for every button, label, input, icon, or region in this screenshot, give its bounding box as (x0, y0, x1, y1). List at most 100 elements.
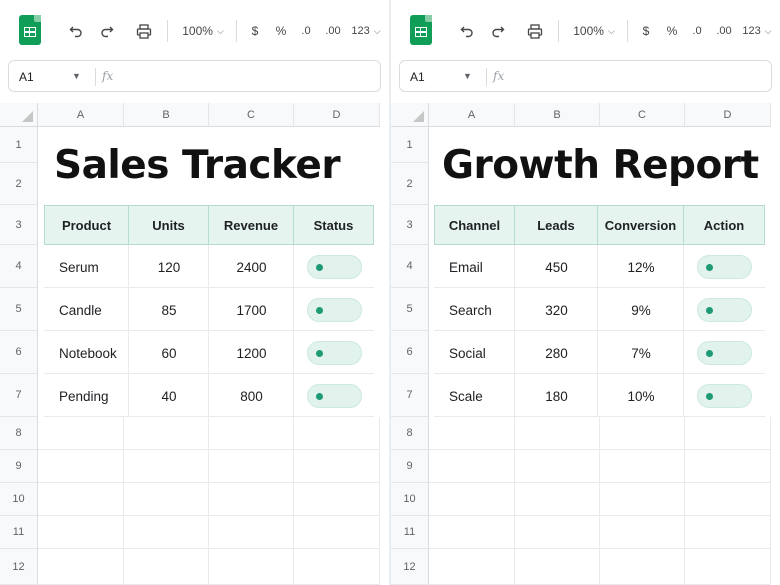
grid-cell[interactable] (600, 549, 685, 585)
grid-cell[interactable] (429, 483, 515, 516)
row-header-2[interactable]: 2 (0, 163, 38, 205)
grid-cell[interactable] (685, 483, 771, 516)
cell-units[interactable]: 85 (129, 289, 209, 332)
column-header-c[interactable]: C (600, 103, 685, 127)
row-header-1[interactable]: 1 (0, 127, 38, 163)
grid-cell[interactable] (124, 549, 209, 585)
grid-cell[interactable] (209, 516, 294, 549)
grid-cell[interactable] (600, 417, 685, 450)
grid-cell[interactable] (600, 516, 685, 549)
grid-cell[interactable] (294, 549, 380, 585)
cell-conversion[interactable]: 7% (598, 332, 684, 375)
cell-revenue[interactable]: 2400 (209, 246, 294, 289)
cell-units[interactable]: 120 (129, 246, 209, 289)
row-header-11[interactable]: 11 (0, 516, 38, 549)
status-toggle[interactable] (307, 384, 362, 408)
table-header-status[interactable]: Status (294, 205, 374, 245)
increase-decimal-button[interactable]: .00 (322, 18, 344, 44)
cell-product[interactable]: Candle (44, 289, 129, 332)
grid-cell[interactable] (685, 516, 771, 549)
decrease-decimal-button[interactable]: .0 (687, 18, 707, 44)
cell-conversion[interactable]: 9% (598, 289, 684, 332)
cell-revenue[interactable]: 800 (209, 375, 294, 418)
grid-cell[interactable] (429, 450, 515, 483)
table-header-revenue[interactable]: Revenue (209, 205, 294, 245)
cell-units[interactable]: 40 (129, 375, 209, 418)
row-header-9[interactable]: 9 (0, 450, 38, 483)
cell-channel[interactable]: Scale (434, 375, 515, 418)
currency-format-button[interactable]: $ (637, 18, 655, 44)
grid-cell[interactable] (38, 516, 124, 549)
cell-units[interactable]: 60 (129, 332, 209, 375)
grid-cell[interactable] (515, 450, 600, 483)
zoom-select[interactable]: 100% ⌵ (569, 18, 619, 44)
print-icon[interactable] (131, 18, 157, 44)
row-header-2[interactable]: 2 (391, 163, 429, 205)
action-toggle[interactable] (697, 341, 752, 365)
table-header-product[interactable]: Product (44, 205, 129, 245)
column-header-b[interactable]: B (124, 103, 209, 127)
grid-cell[interactable] (124, 417, 209, 450)
row-header-4[interactable]: 4 (391, 245, 429, 288)
chevron-down-icon[interactable]: ▼ (463, 71, 472, 81)
column-header-d[interactable]: D (294, 103, 380, 127)
cell-conversion[interactable]: 10% (598, 375, 684, 418)
cell-product[interactable]: Notebook (44, 332, 129, 375)
percent-format-button[interactable]: % (663, 18, 681, 44)
row-header-3[interactable]: 3 (391, 205, 429, 245)
select-all-corner[interactable] (391, 103, 429, 127)
row-header-7[interactable]: 7 (0, 374, 38, 417)
percent-format-button[interactable]: % (272, 18, 290, 44)
table-header-leads[interactable]: Leads (515, 205, 598, 245)
column-header-c[interactable]: C (209, 103, 294, 127)
row-header-5[interactable]: 5 (0, 288, 38, 331)
grid-cell[interactable] (209, 483, 294, 516)
grid-cell[interactable] (515, 549, 600, 585)
grid-cell[interactable] (38, 549, 124, 585)
grid-cell[interactable] (294, 417, 380, 450)
cell-product[interactable]: Serum (44, 246, 129, 289)
undo-icon[interactable] (455, 18, 479, 44)
table-header-units[interactable]: Units (129, 205, 209, 245)
row-header-9[interactable]: 9 (391, 450, 429, 483)
currency-format-button[interactable]: $ (246, 18, 264, 44)
row-header-10[interactable]: 10 (391, 483, 429, 516)
cell-leads[interactable]: 450 (515, 246, 598, 289)
table-header-action[interactable]: Action (684, 205, 765, 245)
row-header-8[interactable]: 8 (0, 417, 38, 450)
grid-cell[interactable] (600, 450, 685, 483)
cell-revenue[interactable]: 1700 (209, 289, 294, 332)
row-header-11[interactable]: 11 (391, 516, 429, 549)
grid-cell[interactable] (429, 549, 515, 585)
cell-channel[interactable]: Social (434, 332, 515, 375)
grid-cell[interactable] (209, 417, 294, 450)
undo-icon[interactable] (64, 18, 88, 44)
row-header-10[interactable]: 10 (0, 483, 38, 516)
redo-icon[interactable] (486, 18, 510, 44)
zoom-select[interactable]: 100% ⌵ (178, 18, 228, 44)
row-header-7[interactable]: 7 (391, 374, 429, 417)
grid-cell[interactable] (38, 450, 124, 483)
action-toggle[interactable] (697, 298, 752, 322)
status-toggle[interactable] (307, 298, 362, 322)
column-header-a[interactable]: A (38, 103, 124, 127)
cell-channel[interactable]: Search (434, 289, 515, 332)
row-header-4[interactable]: 4 (0, 245, 38, 288)
grid-cell[interactable] (38, 417, 124, 450)
action-toggle[interactable] (697, 384, 752, 408)
column-header-a[interactable]: A (429, 103, 515, 127)
grid-cell[interactable] (209, 450, 294, 483)
column-header-b[interactable]: B (515, 103, 600, 127)
grid-cell[interactable] (515, 417, 600, 450)
grid-cell[interactable] (515, 516, 600, 549)
status-toggle[interactable] (307, 341, 362, 365)
grid-cell[interactable] (685, 450, 771, 483)
cell-leads[interactable]: 320 (515, 289, 598, 332)
grid-cell[interactable] (124, 516, 209, 549)
grid-cell[interactable] (294, 450, 380, 483)
select-all-corner[interactable] (0, 103, 38, 127)
grid-cell[interactable] (124, 450, 209, 483)
row-header-8[interactable]: 8 (391, 417, 429, 450)
cell-leads[interactable]: 180 (515, 375, 598, 418)
row-header-12[interactable]: 12 (0, 549, 38, 585)
